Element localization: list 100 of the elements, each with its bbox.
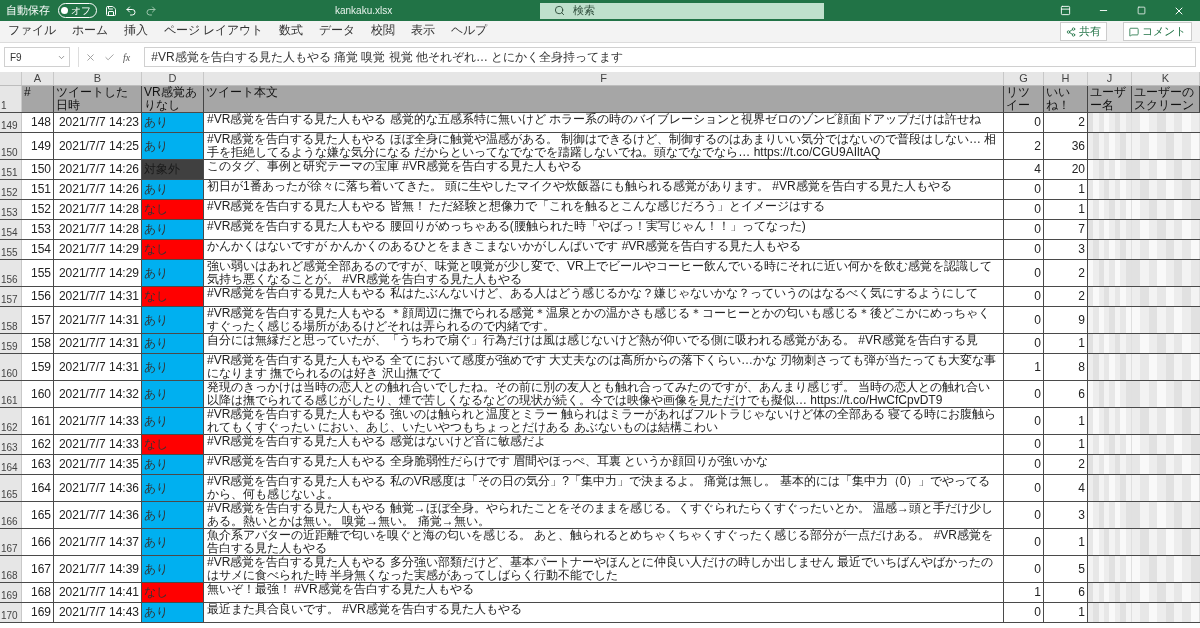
table-cell: 0: [1004, 113, 1044, 132]
table-cell: 1: [1004, 354, 1044, 380]
table-cell: 0: [1004, 556, 1044, 582]
column-header[interactable]: B: [54, 72, 142, 85]
table-cell: 0: [1004, 502, 1044, 528]
column-header[interactable]: A: [22, 72, 54, 85]
tweet-text-cell: 無いぞ！最強！ #VR感覚を告白する見た人もやる: [204, 583, 1004, 602]
window-title: kankaku.xlsx: [335, 5, 393, 16]
flag-cell: あり: [142, 260, 204, 286]
table-cell: 165: [22, 502, 54, 528]
row-header[interactable]: 157: [0, 287, 22, 306]
ribbon-tab[interactable]: 校閲: [371, 20, 396, 43]
row-header[interactable]: 151: [0, 160, 22, 179]
column-header[interactable]: J: [1088, 72, 1132, 85]
ribbon-tab[interactable]: ファイル: [8, 20, 56, 43]
table-cell: 168: [22, 583, 54, 602]
check-icon[interactable]: [104, 51, 115, 63]
share-icon: [1066, 26, 1076, 37]
ribbon-tab[interactable]: データ: [319, 20, 356, 43]
tweet-text-cell: #VR感覚を告白する見た人もやる 触覚→ほぼ全身。やられたことをそのままを感じる。くすぐられたらくすぐったいとか。 温感→頭と手だけ少しある。熱いとかは無い。 嗅覚→無い。 痛覚→無い。: [204, 502, 1004, 528]
column-header[interactable]: G: [1004, 72, 1044, 85]
row-header[interactable]: 160: [0, 354, 22, 380]
ribbon-display-icon[interactable]: [1059, 5, 1071, 16]
row-header[interactable]: 153: [0, 200, 22, 219]
table-cell: 0: [1004, 307, 1044, 333]
column-header[interactable]: K: [1132, 72, 1200, 85]
table-cell: 151: [22, 180, 54, 199]
search-field[interactable]: 検索: [540, 2, 825, 19]
save-icon[interactable]: [105, 4, 117, 17]
row-header[interactable]: 161: [0, 381, 22, 407]
ribbon-tab[interactable]: 挿入: [124, 20, 148, 43]
tweet-text-cell: #VR感覚を告白する見た人もやる 全身脆弱性だらけです 眉間やほっぺ、耳裏 というか顔回りが強いかな: [204, 455, 1004, 474]
table-cell: 0: [1004, 260, 1044, 286]
ribbon-tab[interactable]: 表示: [411, 20, 436, 43]
row-header[interactable]: 1: [0, 86, 22, 112]
row-header[interactable]: 168: [0, 556, 22, 582]
table-cell: 154: [22, 240, 54, 259]
header-cell: いいね！: [1044, 86, 1088, 112]
tweet-text-cell: 自分には無縁だと思っていたが、「うちわで扇ぐ」行為だけは風は感じないけど熱が仰いでる側に吸われる感覚がある。 #VR感覚を告白する見: [204, 334, 1004, 353]
flag-cell: なし: [142, 287, 204, 306]
flag-cell: あり: [142, 354, 204, 380]
tweet-text-cell: #VR感覚を告白する見た人もやる 私のVR感度は「その日の気分」?「集中力」で決まるよ。 痛覚は無し。 基本的には「集中力（0）」でやってるから、何も感じないよ。: [204, 475, 1004, 501]
flag-cell: なし: [142, 435, 204, 454]
tweet-text-cell: このタグ、事例と研究テーマの宝庫 #VR感覚を告白する見た人もやる: [204, 160, 1004, 179]
row-header[interactable]: 169: [0, 583, 22, 602]
tweet-text-cell: #VR感覚を告白する見た人もやる 多分強い部類だけど、基本パートナーやほんとに仲良い人だけの時しか出しません 最近でいちばんやばかったのはサメに食べられた時 半身無くなった実感があってしばらく行動不能でした: [204, 556, 1004, 582]
maximize-icon[interactable]: [1136, 6, 1146, 15]
row-header[interactable]: 166: [0, 502, 22, 528]
tweet-text-cell: #VR感覚を告白する見た人もやる 私はたぶんないけど、ある人はどう感じるかな？嫌じゃないかな？っていうのはなるべく気にするようにして: [204, 287, 1004, 306]
share-button[interactable]: 共有: [1060, 22, 1107, 41]
ribbon-tab[interactable]: ページ レイアウト: [164, 20, 264, 43]
row-header[interactable]: 163: [0, 435, 22, 454]
flag-cell: あり: [142, 307, 204, 333]
formula-field[interactable]: #VR感覚を告白する見た人もやる 痛覚 嗅覚 視覚 他それぞれ… とにかく全身持ってます: [144, 47, 1196, 67]
ribbon-tab[interactable]: 数式: [279, 20, 304, 43]
row-header[interactable]: 154: [0, 220, 22, 239]
flag-cell: なし: [142, 200, 204, 219]
table-cell: 157: [22, 307, 54, 333]
row-header[interactable]: 149: [0, 113, 22, 132]
row-header[interactable]: 165: [0, 475, 22, 501]
table-cell: 0: [1004, 200, 1044, 219]
row-header[interactable]: 150: [0, 133, 22, 159]
cancel-icon[interactable]: [85, 51, 96, 63]
row-header[interactable]: 164: [0, 455, 22, 474]
row-header[interactable]: 159: [0, 334, 22, 353]
header-cell: ツイートした日時: [54, 86, 142, 112]
undo-icon[interactable]: [125, 4, 137, 17]
tweet-text-cell: 初日が1番あったが徐々に落ち着いてきた。 頭に生やしたマイクや炊飯器にも触られる感覚があります。 #VR感覚を告白する見た人もやる: [204, 180, 1004, 199]
header-cell: #: [22, 86, 54, 112]
row-header[interactable]: 170: [0, 603, 22, 622]
autosave-label: 自動保存: [6, 3, 50, 18]
redo-icon[interactable]: [145, 4, 157, 17]
ribbon-tab[interactable]: ホーム: [72, 20, 108, 43]
tweet-text-cell: #VR感覚を告白する見た人もやる ほぼ全身に触覚や温感がある。 制御はできるけど、制御するのはあまりいい気分ではないので普段はしない… 相手を拒絶してるような嫌な気分になる だからといってなでなでを躊躇しないでね。頭なでなでなら… https://t.co/CGU9AIltAQ: [204, 133, 1004, 159]
insert-function-button[interactable]: fx: [123, 51, 131, 63]
row-header[interactable]: 156: [0, 260, 22, 286]
flag-cell: あり: [142, 502, 204, 528]
ribbon-tab[interactable]: ヘルプ: [451, 20, 488, 43]
row-header[interactable]: 167: [0, 529, 22, 555]
table-cell: 150: [22, 160, 54, 179]
table-cell: 160: [22, 381, 54, 407]
column-header[interactable]: H: [1044, 72, 1088, 85]
table-cell: 0: [1004, 287, 1044, 306]
table-cell: 159: [22, 354, 54, 380]
table-cell: 161: [22, 408, 54, 434]
row-header[interactable]: 162: [0, 408, 22, 434]
row-header[interactable]: 155: [0, 240, 22, 259]
column-header[interactable]: D: [142, 72, 204, 85]
column-header[interactable]: F: [204, 72, 1004, 85]
name-box[interactable]: F9: [4, 47, 70, 67]
flag-cell: あり: [142, 556, 204, 582]
search-icon: [554, 5, 566, 16]
table-cell: 149: [22, 133, 54, 159]
row-header[interactable]: 152: [0, 180, 22, 199]
flag-cell: あり: [142, 475, 204, 501]
table-cell: 2: [1004, 133, 1044, 159]
table-cell: 0: [1004, 455, 1044, 474]
table-cell: 0: [1004, 435, 1044, 454]
comment-button[interactable]: コメント: [1123, 22, 1192, 41]
row-header[interactable]: 158: [0, 307, 22, 333]
